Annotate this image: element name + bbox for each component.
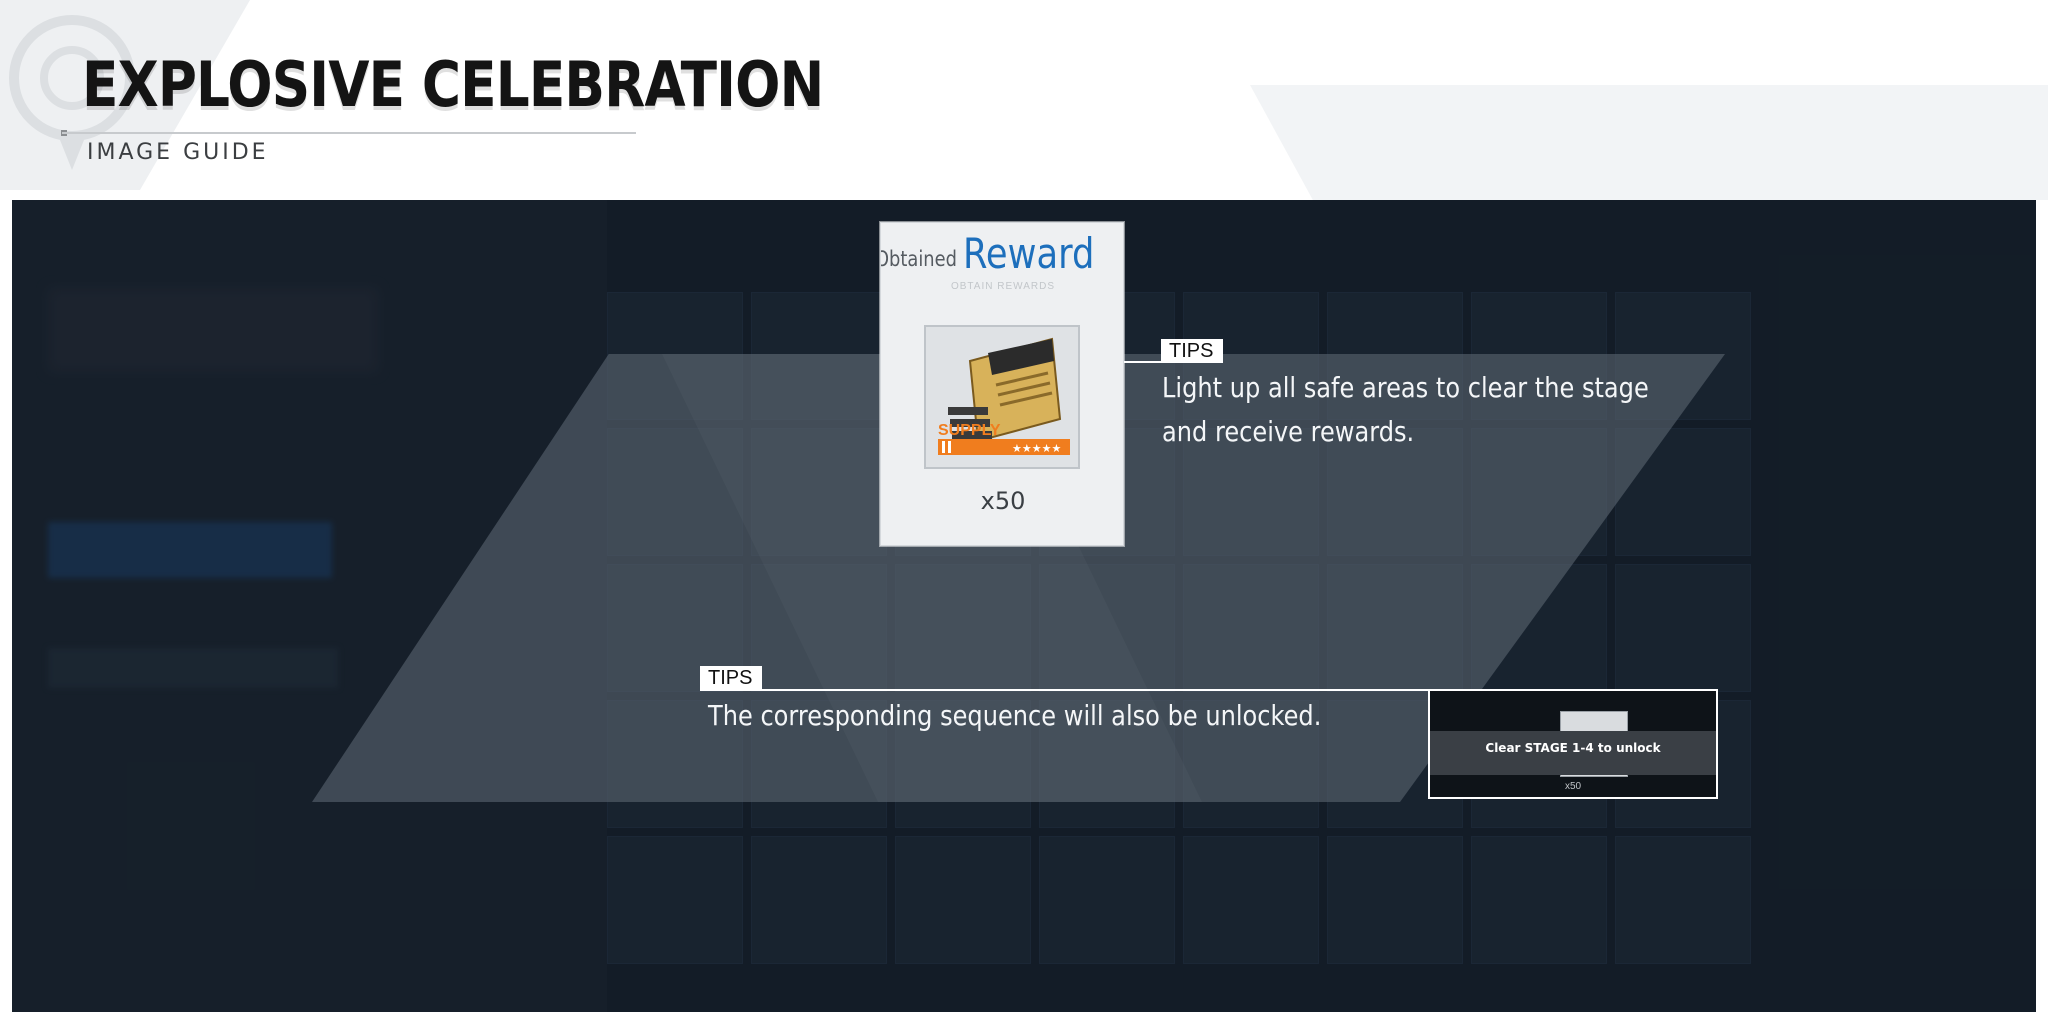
tip-text: The corresponding sequence will also be … [708,699,1322,732]
reward-title: Reward [963,229,1095,278]
title-divider [62,132,636,134]
header: EXPLOSIVE CELEBRATION IMAGE GUIDE [0,0,2048,200]
reward-quantity: x50 [980,487,1026,515]
svg-text:SUPPLY: SUPPLY [938,422,1001,439]
svg-text:★★★★★: ★★★★★ [1012,442,1061,455]
preview-unlock-label: Clear STAGE 1-4 to unlock [1485,741,1661,755]
unlock-preview-thumbnail: Clear STAGE 1-4 to unlock x50 [1428,689,1718,799]
page-title: EXPLOSIVE CELEBRATION [82,48,824,121]
reward-heading: Obtained Reward [880,227,1123,287]
supply-ticket-icon: SUPPLY ★★★★★ [938,337,1070,455]
reward-item-slot[interactable]: SUPPLY ★★★★★ [924,325,1080,469]
tip-line: and receive rewards. [1162,415,1415,448]
tip-text: Light up all safe areas to clear the sta… [1162,366,1649,454]
tip-underline [700,689,1438,691]
reward-obtained-label: Obtained [880,247,957,271]
page-subtitle: IMAGE GUIDE [87,140,269,165]
tips-badge: TIPS [1161,339,1224,363]
tips-badge: TIPS [700,666,763,690]
preview-quantity: x50 [1564,781,1582,792]
reward-card[interactable]: Obtained Reward OBTAIN REWARDS SUPPLY ★★… [880,222,1124,546]
header-background-shape [1250,85,2048,200]
reward-sublabel: OBTAIN REWARDS [950,281,1055,292]
tip-line: Light up all safe areas to clear the sta… [1162,371,1649,404]
